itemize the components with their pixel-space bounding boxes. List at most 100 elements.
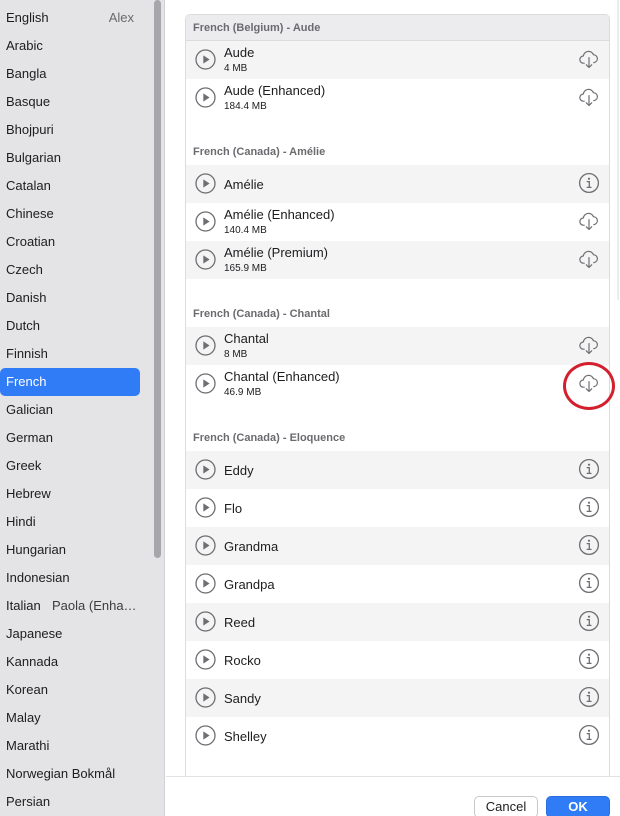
sidebar-item-label: Hindi bbox=[6, 514, 36, 529]
sidebar-item-kannada[interactable]: Kannada bbox=[0, 648, 150, 676]
play-icon[interactable] bbox=[195, 335, 216, 356]
voice-size: 140.4 MB bbox=[224, 225, 267, 236]
sidebar-item-catalan[interactable]: Catalan bbox=[0, 172, 150, 200]
sidebar-item-label: Korean bbox=[6, 682, 48, 697]
voice-row-chantal: Chantal 8 MB bbox=[186, 327, 609, 365]
section-header: French (Canada) - Amélie bbox=[193, 146, 326, 158]
info-icon[interactable] bbox=[578, 172, 600, 194]
info-icon[interactable] bbox=[578, 648, 600, 670]
info-icon[interactable] bbox=[578, 610, 600, 632]
voice-name: Sandy bbox=[224, 691, 261, 706]
play-icon[interactable] bbox=[195, 87, 216, 108]
play-icon[interactable] bbox=[195, 249, 216, 270]
download-icon[interactable] bbox=[578, 86, 600, 108]
sidebar-item-basque[interactable]: Basque bbox=[0, 88, 150, 116]
info-icon[interactable] bbox=[578, 496, 600, 518]
voice-list-scrollbar[interactable] bbox=[617, 0, 619, 300]
play-icon[interactable] bbox=[195, 649, 216, 670]
play-icon[interactable] bbox=[195, 725, 216, 746]
ok-button[interactable]: OK bbox=[546, 796, 610, 816]
voice-name: Grandpa bbox=[224, 577, 275, 592]
sidebar-item-japanese[interactable]: Japanese bbox=[0, 620, 150, 648]
sidebar-item-label: Hungarian bbox=[6, 542, 66, 557]
play-icon[interactable] bbox=[195, 497, 216, 518]
sidebar-item-indonesian[interactable]: Indonesian bbox=[0, 564, 150, 592]
sidebar-item-label: Bhojpuri bbox=[6, 122, 54, 137]
dialog-button-bar: Cancel OK bbox=[166, 776, 620, 816]
play-icon[interactable] bbox=[195, 49, 216, 70]
sidebar-item-voice: Alex bbox=[108, 10, 134, 25]
voice-row-flo: Flo bbox=[186, 489, 609, 527]
sidebar-item-label: Arabic bbox=[6, 38, 43, 53]
sidebar-item-label: Bulgarian bbox=[6, 150, 61, 165]
info-icon[interactable] bbox=[578, 458, 600, 480]
sidebar-scrollbar-thumb[interactable] bbox=[154, 0, 161, 558]
sidebar-item-chinese[interactable]: Chinese bbox=[0, 200, 150, 228]
voice-name: Shelley bbox=[224, 729, 267, 744]
sidebar-item-korean[interactable]: Korean bbox=[0, 676, 150, 704]
sidebar-item-label: Finnish bbox=[6, 346, 48, 361]
play-icon[interactable] bbox=[195, 173, 216, 194]
voice-size: 8 MB bbox=[224, 349, 248, 360]
sidebar-item-french[interactable]: French bbox=[0, 368, 140, 396]
sidebar-item-label: Croatian bbox=[6, 234, 56, 249]
play-icon[interactable] bbox=[195, 611, 216, 632]
voice-row-amelie: Amélie bbox=[186, 165, 609, 203]
sidebar-item-marathi[interactable]: Marathi bbox=[0, 732, 150, 760]
download-icon[interactable] bbox=[578, 334, 600, 356]
sidebar-item-norwegian-bokmal[interactable]: Norwegian Bokmål bbox=[0, 760, 150, 788]
sidebar-item-bulgarian[interactable]: Bulgarian bbox=[0, 144, 150, 172]
sidebar-item-danish[interactable]: Danish bbox=[0, 284, 150, 312]
sidebar-item-dutch[interactable]: Dutch bbox=[0, 312, 150, 340]
sidebar-item-hebrew[interactable]: Hebrew bbox=[0, 480, 150, 508]
info-icon[interactable] bbox=[578, 534, 600, 556]
voice-main-panel: French (Belgium) - Aude Aude 4 MB Aude (Enh… bbox=[166, 0, 620, 816]
sidebar-item-label: French bbox=[6, 374, 47, 389]
download-icon[interactable] bbox=[578, 210, 600, 232]
cancel-button[interactable]: Cancel bbox=[474, 796, 538, 816]
voice-row-shelley: Shelley bbox=[186, 717, 609, 755]
info-icon[interactable] bbox=[578, 724, 600, 746]
sidebar-item-finnish[interactable]: Finnish bbox=[0, 340, 150, 368]
play-icon[interactable] bbox=[195, 535, 216, 556]
play-icon[interactable] bbox=[195, 211, 216, 232]
section-header: French (Belgium) - Aude bbox=[186, 15, 609, 41]
sidebar-item-label: Greek bbox=[6, 458, 42, 473]
language-list: English Alex Arabic Bangla Basque Bhojpuri Bul… bbox=[0, 4, 150, 816]
sidebar-item-bangla[interactable]: Bangla bbox=[0, 60, 150, 88]
sidebar-item-persian[interactable]: Persian bbox=[0, 788, 150, 816]
play-icon[interactable] bbox=[195, 573, 216, 594]
sidebar-item-label: Italian bbox=[6, 598, 41, 613]
voice-name: Grandma bbox=[224, 539, 279, 554]
download-icon[interactable] bbox=[578, 372, 600, 394]
sidebar-item-greek[interactable]: Greek bbox=[0, 452, 150, 480]
download-icon[interactable] bbox=[578, 248, 600, 270]
sidebar-item-italian[interactable]: Italian Paola (Enha… bbox=[0, 592, 150, 620]
play-icon[interactable] bbox=[195, 459, 216, 480]
sidebar-item-bhojpuri[interactable]: Bhojpuri bbox=[0, 116, 150, 144]
info-icon[interactable] bbox=[578, 686, 600, 708]
sidebar-item-croatian[interactable]: Croatian bbox=[0, 228, 150, 256]
info-icon[interactable] bbox=[578, 572, 600, 594]
voice-row-eddy: Eddy bbox=[186, 451, 609, 489]
sidebar-item-malay[interactable]: Malay bbox=[0, 704, 150, 732]
sidebar-item-label: Malay bbox=[6, 710, 41, 725]
sidebar-item-hindi[interactable]: Hindi bbox=[0, 508, 150, 536]
panel-bottom-spacer bbox=[186, 755, 609, 771]
sidebar-item-label: English bbox=[6, 10, 49, 25]
voice-name: Reed bbox=[224, 615, 256, 630]
voice-name: Amélie (Enhanced) bbox=[224, 207, 335, 222]
sidebar-item-hungarian[interactable]: Hungarian bbox=[0, 536, 150, 564]
sidebar-item-czech[interactable]: Czech bbox=[0, 256, 150, 284]
download-icon[interactable] bbox=[578, 48, 600, 70]
sidebar-item-label: Marathi bbox=[6, 738, 50, 753]
sidebar-item-arabic[interactable]: Arabic bbox=[0, 32, 150, 60]
voice-name: Aude bbox=[224, 45, 255, 60]
sidebar-item-english[interactable]: English Alex bbox=[0, 4, 150, 32]
sidebar-item-german[interactable]: German bbox=[0, 424, 150, 452]
sidebar-item-galician[interactable]: Galician bbox=[0, 396, 150, 424]
play-icon[interactable] bbox=[195, 373, 216, 394]
play-icon[interactable] bbox=[195, 687, 216, 708]
